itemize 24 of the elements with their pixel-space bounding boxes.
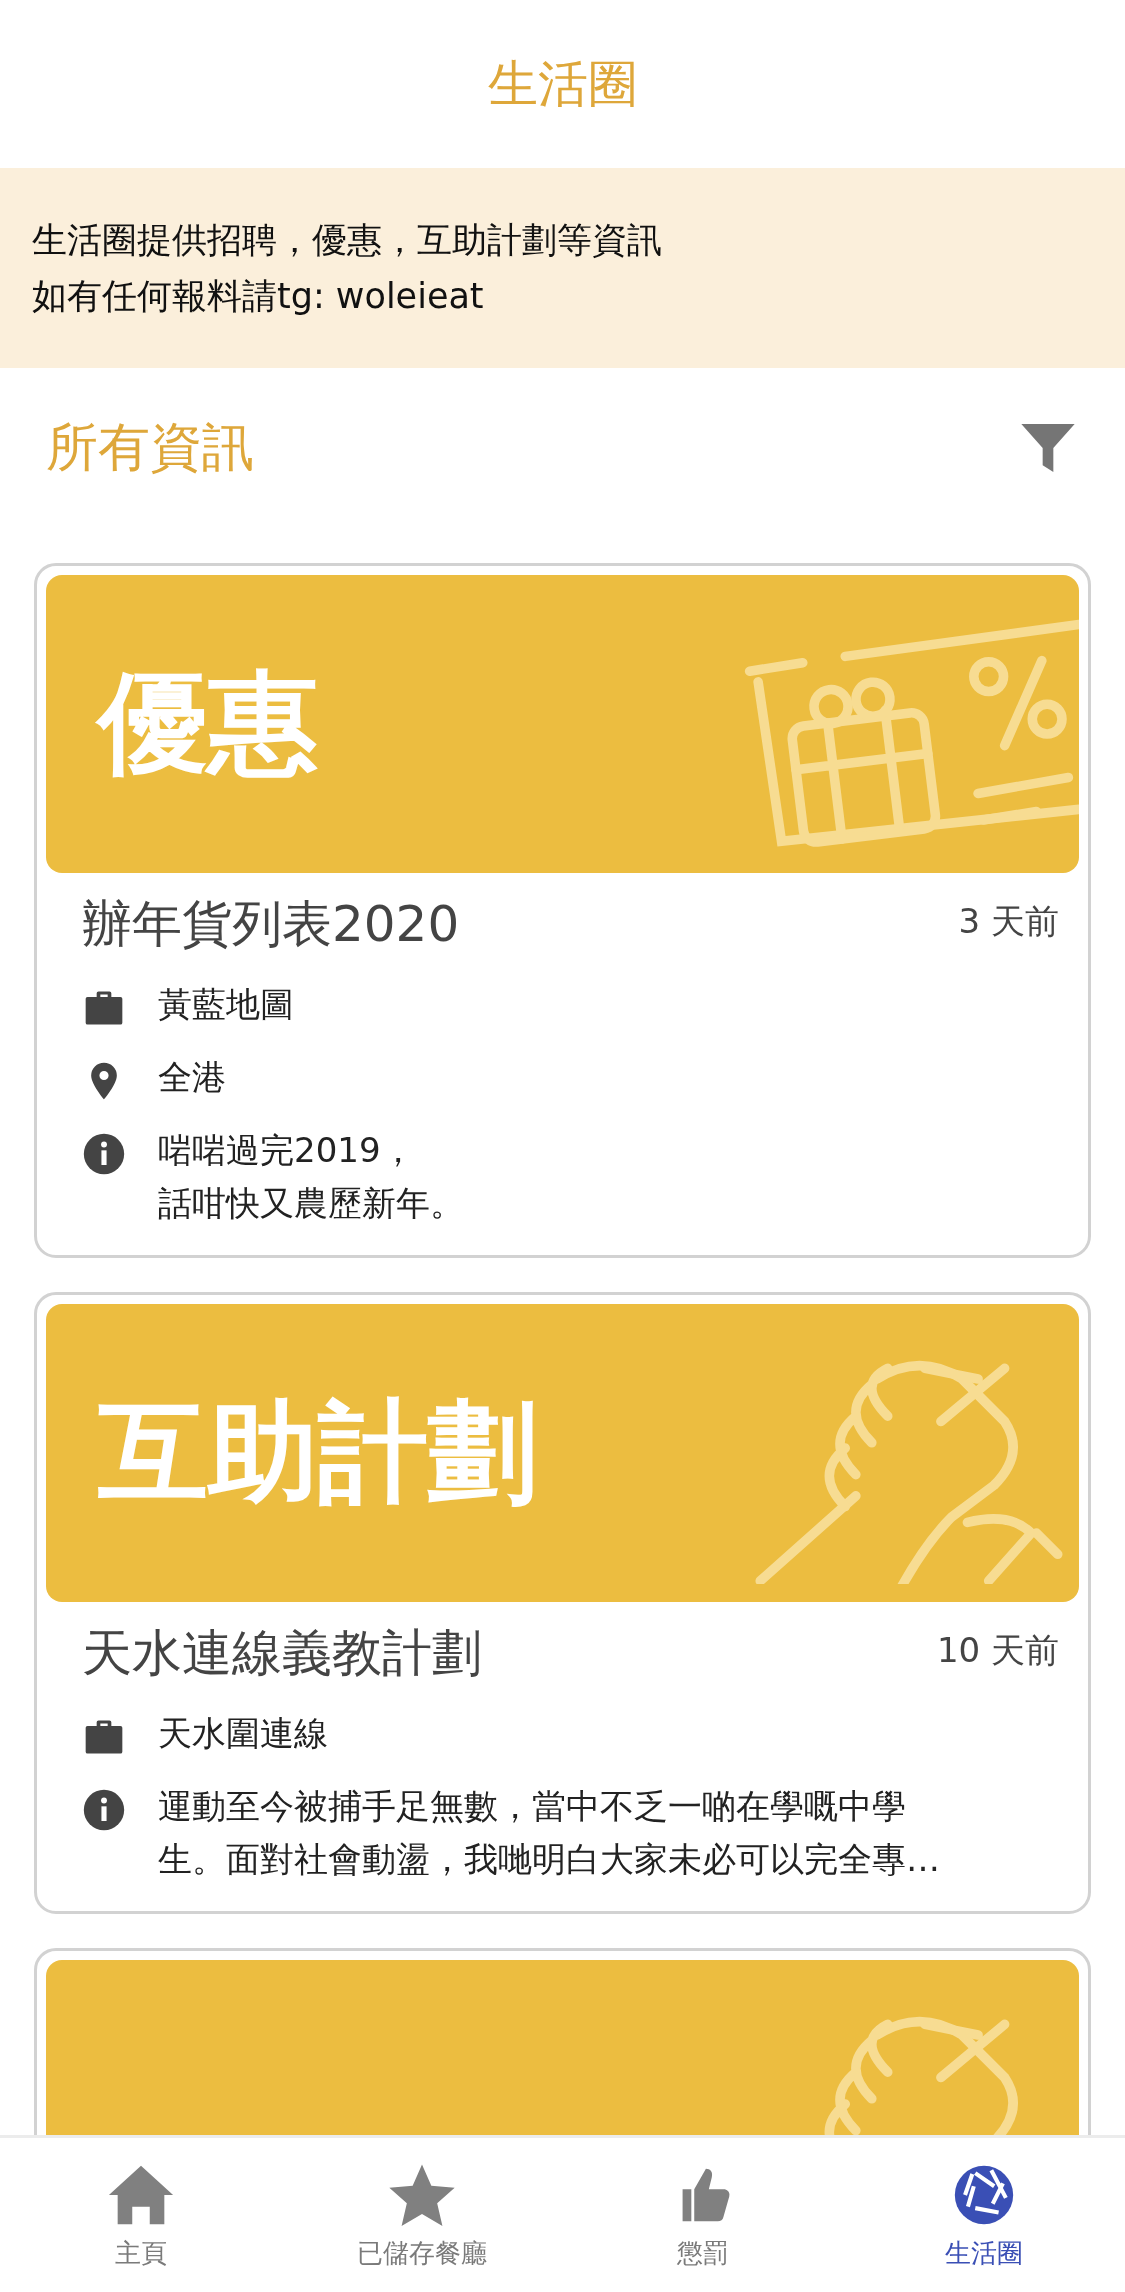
banner-label: 互助計劃 bbox=[98, 1386, 538, 1518]
detail-text: 生。面對社會動盪，我哋明白大家未必可以完全專… bbox=[158, 1838, 940, 1881]
detail-text: 天水圍連線 bbox=[158, 1712, 328, 1755]
section-title: 所有資訊 bbox=[46, 416, 254, 479]
page-title: 生活圈 bbox=[487, 53, 638, 115]
nav-tab[interactable]: 已儲存餐廳 bbox=[281, 2138, 563, 2292]
detail-text: 全港 bbox=[158, 1056, 226, 1099]
card-title: 天水連線義教計劃 bbox=[82, 1623, 482, 1684]
post-time: 10 天前 bbox=[936, 1629, 1059, 1672]
detail-text: 運動至今被捕手足無數，當中不乏一啲在學嘅中學 bbox=[158, 1785, 907, 1828]
nav-tab[interactable]: 主頁 bbox=[0, 2138, 282, 2292]
info-icon bbox=[82, 1788, 126, 1832]
post-time: 3 天前 bbox=[958, 900, 1059, 943]
info-icon bbox=[82, 1132, 126, 1176]
detail-text: 話咁快又農歷新年。 bbox=[158, 1182, 464, 1225]
info-card[interactable]: 互助計劃 天水連線義教計劃 10 天前 天水圍連線 運動至今被捕手足無數，當中不乏一啲在學嘅中學 生。面對社會動盪，我哋明白大家未必可以完全專… bbox=[34, 1292, 1091, 1914]
nav-tab[interactable]: 生活圈 bbox=[843, 2138, 1125, 2292]
notice-text: 如有任何報料請tg: woleieat bbox=[32, 275, 485, 318]
nav-tab[interactable]: 懲罰 bbox=[562, 2138, 844, 2292]
detail-text: 黃藍地圖 bbox=[158, 983, 294, 1026]
card-title: 辦年貨列表2020 bbox=[82, 894, 460, 955]
notice-text: 生活圈提供招聘，優惠，互助計劃等資訊 bbox=[32, 219, 663, 262]
detail-text: 啱啱過完2019， bbox=[158, 1129, 416, 1172]
info-card[interactable]: 優惠 辦年貨列表2020 3 天前 黃藍地圖 全港 啱啱過完2019， 話咁快又農歷新年。 bbox=[34, 563, 1091, 1258]
